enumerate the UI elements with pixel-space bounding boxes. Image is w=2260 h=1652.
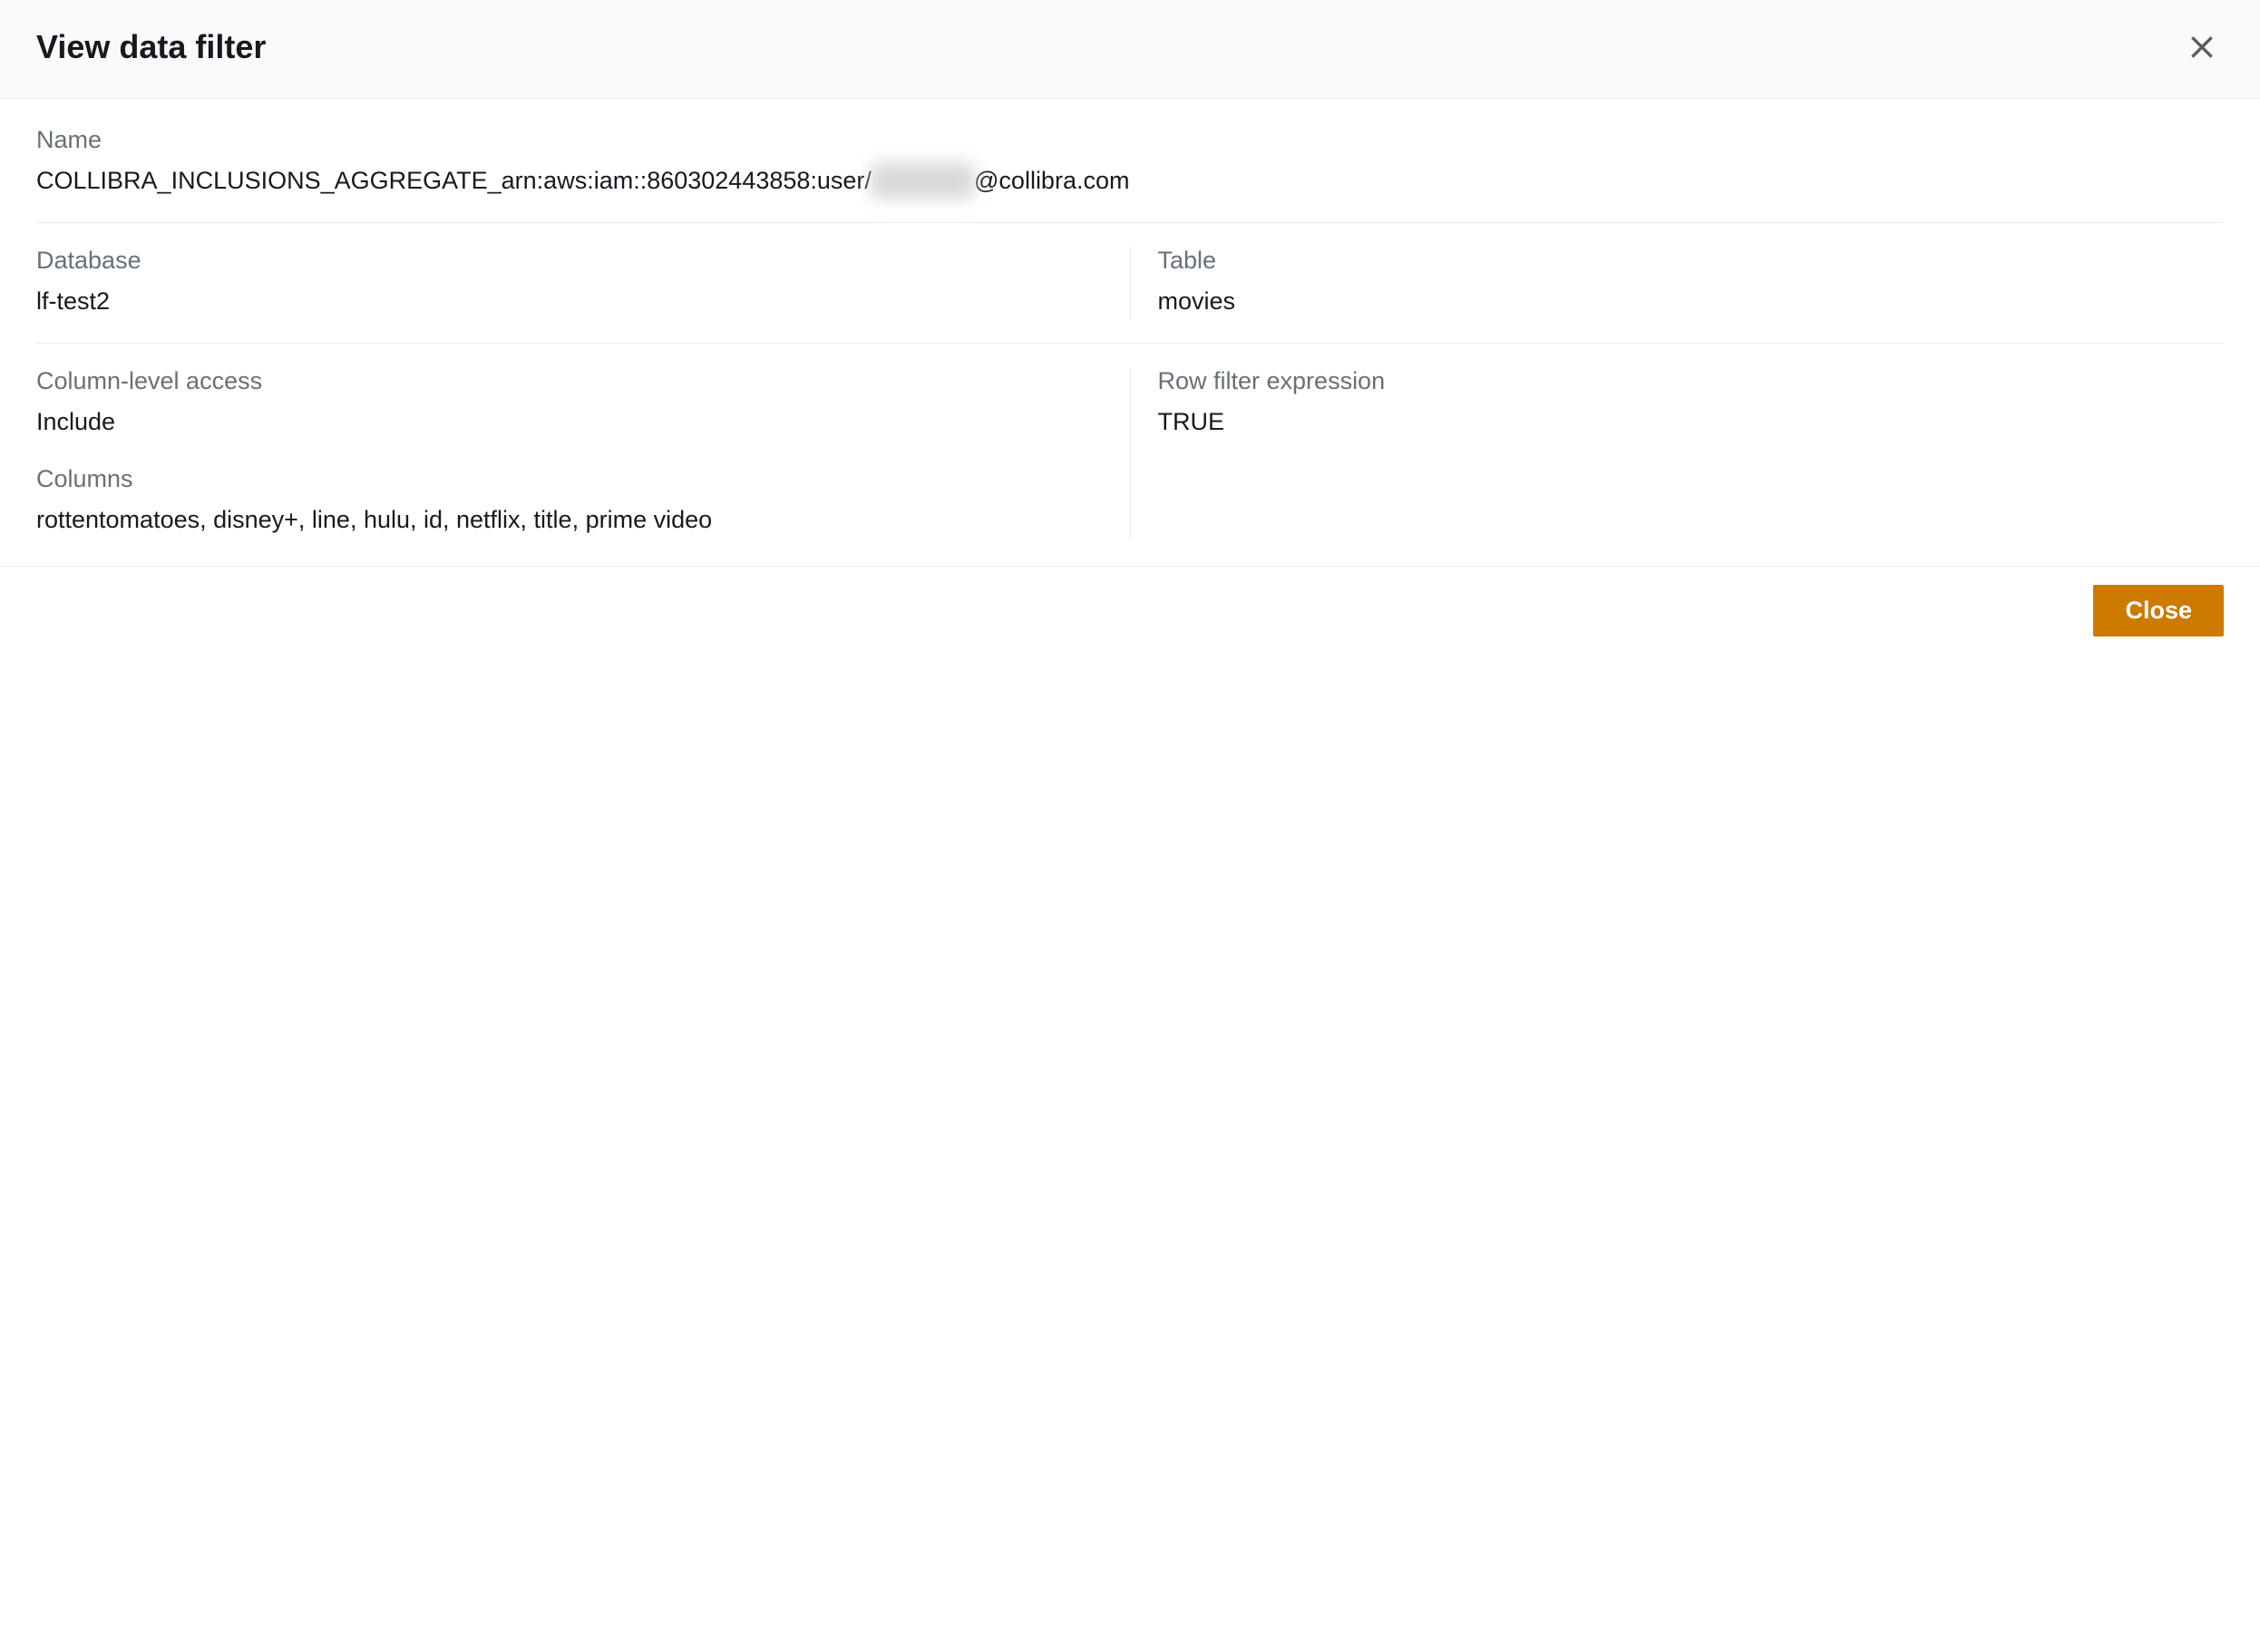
column-level-access-field: Column-level access Include (36, 367, 1103, 440)
row-filter-expression-label: Row filter expression (1158, 367, 2225, 395)
modal-header: View data filter (0, 0, 2260, 99)
modal-body: Name COLLIBRA_INCLUSIONS_AGGREGATE_arn:a… (0, 99, 2260, 566)
columns-field: Columns rottentomatoes, disney+, line, h… (36, 465, 1103, 538)
row-filter-expression-field: Row filter expression TRUE (1158, 367, 2225, 440)
name-label: Name (36, 126, 2224, 154)
table-label: Table (1158, 247, 2225, 275)
column-access-col: Column-level access Include Columns rott… (36, 367, 1130, 538)
two-col-access: Column-level access Include Columns rott… (36, 367, 2224, 538)
modal-footer: Close (0, 566, 2260, 655)
name-value: COLLIBRA_INCLUSIONS_AGGREGATE_arn:aws:ia… (36, 163, 2224, 199)
row-filter-col: Row filter expression TRUE (1131, 367, 2225, 538)
view-data-filter-modal: View data filter Name COLLIBRA_INCLUSION… (0, 0, 2260, 655)
close-icon-button[interactable] (2180, 25, 2224, 69)
close-button[interactable]: Close (2093, 585, 2224, 637)
name-field-group: Name COLLIBRA_INCLUSIONS_AGGREGATE_arn:a… (36, 126, 2224, 223)
two-col-db-table: Database lf-test2 Table movies (36, 247, 2224, 319)
database-label: Database (36, 247, 1103, 275)
table-field: Table movies (1131, 247, 2225, 319)
row-filter-expression-value: TRUE (1158, 404, 2225, 440)
name-value-prefix: COLLIBRA_INCLUSIONS_AGGREGATE_arn:aws:ia… (36, 167, 872, 194)
close-icon (2187, 33, 2216, 62)
db-table-row: Database lf-test2 Table movies (36, 247, 2224, 344)
column-level-access-value: Include (36, 404, 1103, 440)
name-value-suffix: @collibra.com (974, 167, 1129, 194)
access-row: Column-level access Include Columns rott… (36, 367, 2224, 538)
modal-title: View data filter (36, 28, 266, 66)
database-value: lf-test2 (36, 284, 1103, 319)
column-level-access-label: Column-level access (36, 367, 1103, 395)
table-value: movies (1158, 284, 2225, 319)
columns-value: rottentomatoes, disney+, line, hulu, id,… (36, 502, 1103, 538)
database-field: Database lf-test2 (36, 247, 1130, 319)
name-value-redacted: redacted (872, 163, 974, 199)
columns-label: Columns (36, 465, 1103, 493)
